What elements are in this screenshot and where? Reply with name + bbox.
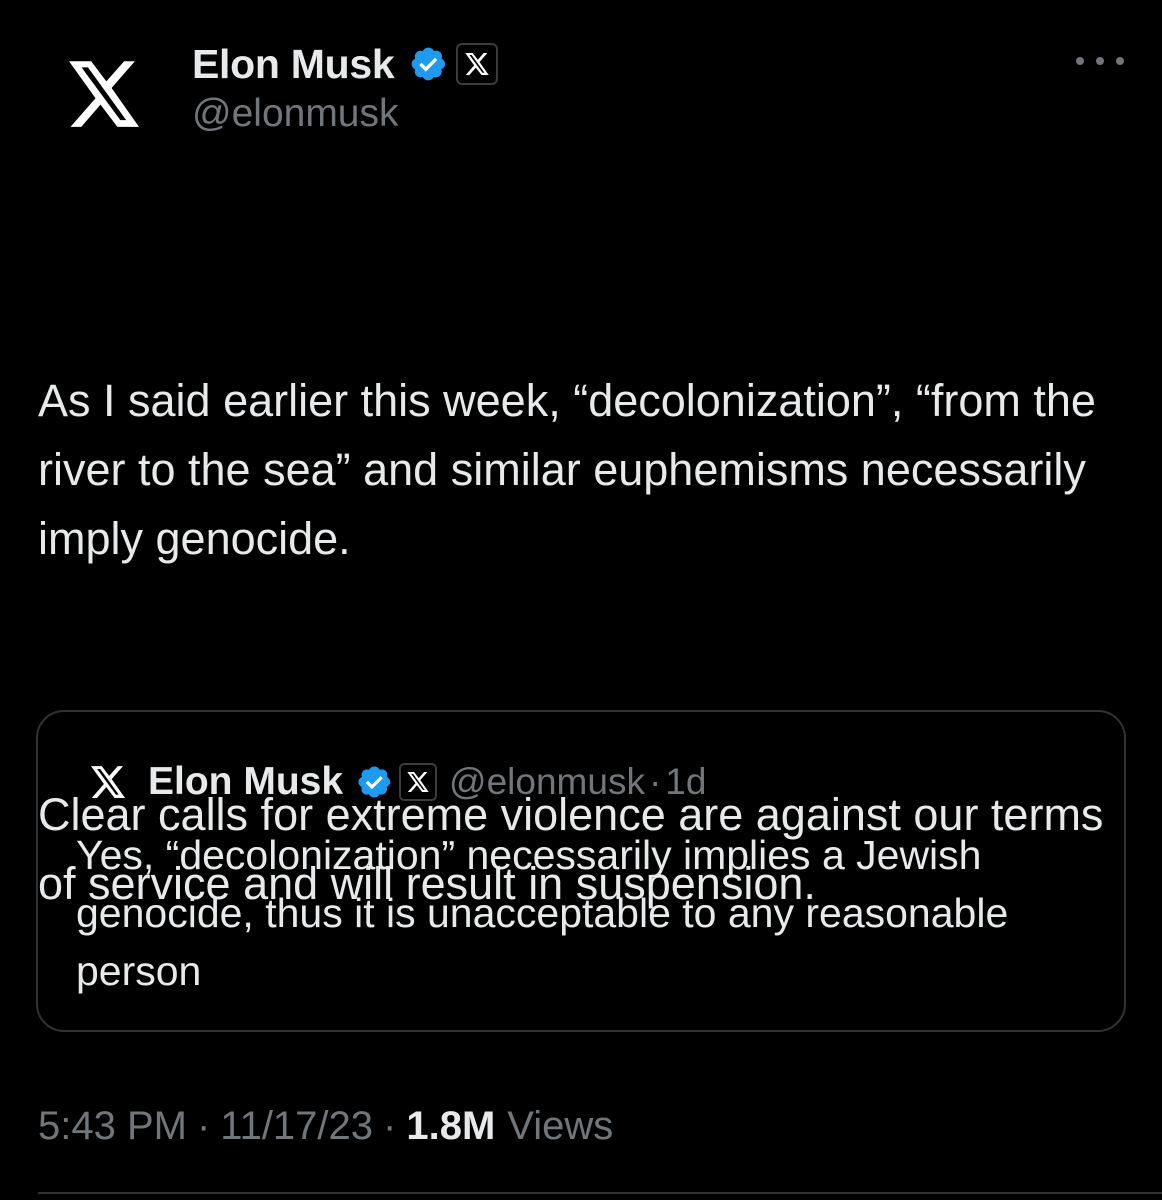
verified-badge-icon[interactable]: [408, 44, 448, 84]
quoted-author-avatar[interactable]: [88, 762, 128, 802]
author-display-name[interactable]: Elon Musk: [192, 41, 395, 88]
quoted-tweet-time[interactable]: 1d: [665, 761, 706, 803]
author-name-row: Elon Musk: [192, 36, 499, 92]
x-logo-icon: [69, 61, 139, 127]
affiliation-badge[interactable]: [456, 43, 499, 85]
tweet-meta: 5:43 PM · 11/17/23 · 1.8M Views: [38, 1104, 613, 1149]
quoted-author-name[interactable]: Elon Musk: [148, 760, 343, 804]
divider: [38, 1192, 1162, 1194]
views-label[interactable]: Views: [507, 1104, 613, 1149]
tweet-paragraph: As I said earlier this week, “decoloniza…: [38, 375, 1109, 564]
quoted-tweet-header: Elon Musk @elonmusk · 1d: [88, 756, 706, 808]
quoted-tweet-card[interactable]: Elon Musk @elonmusk · 1d Yes, “decoloniz…: [36, 710, 1126, 1032]
more-dots-icon: [1076, 57, 1084, 65]
author-avatar[interactable]: [56, 46, 152, 142]
separator-dot: ·: [648, 761, 662, 802]
author-handle[interactable]: @elonmusk: [192, 92, 399, 136]
more-dots-icon: [1116, 57, 1124, 65]
x-logo-icon: [407, 772, 429, 792]
more-dots-icon: [1096, 57, 1104, 65]
verified-badge-icon: [358, 766, 391, 798]
separator-dot: ·: [196, 1104, 211, 1148]
x-logo-icon: [91, 766, 125, 798]
more-options-button[interactable]: [1076, 48, 1124, 74]
tweet-time[interactable]: 5:43 PM: [38, 1104, 187, 1149]
x-logo-icon: [465, 53, 490, 75]
quoted-tweet-text: Yes, “decolonization” necessarily implie…: [76, 832, 1009, 994]
affiliation-badge: [399, 763, 438, 801]
views-count[interactable]: 1.8M: [406, 1104, 495, 1149]
separator-dot: ·: [383, 1104, 397, 1148]
tweet-date[interactable]: 11/17/23: [220, 1104, 373, 1149]
quoted-author-handle: @elonmusk: [449, 761, 645, 802]
